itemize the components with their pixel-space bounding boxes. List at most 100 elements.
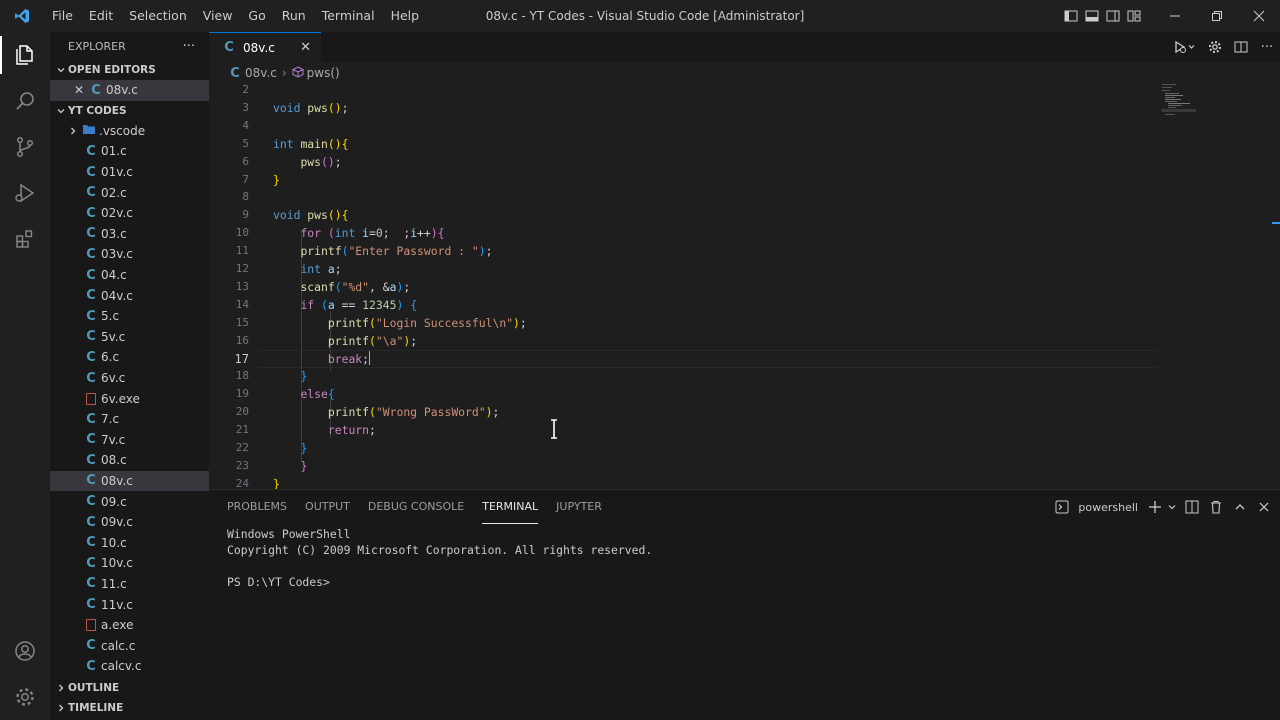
- customize-layout-icon[interactable]: [1123, 0, 1144, 32]
- more-actions-icon[interactable]: ···: [183, 39, 195, 54]
- code-line[interactable]: }: [273, 367, 307, 385]
- panel-tab-output[interactable]: OUTPUT: [305, 490, 350, 524]
- breadcrumb-file[interactable]: 08v.c: [245, 66, 277, 80]
- file-item[interactable]: Ccalc.c: [50, 635, 209, 656]
- file-item[interactable]: 6v.exe: [50, 388, 209, 409]
- terminal-output[interactable]: Windows PowerShell Copyright (C) 2009 Mic…: [227, 526, 652, 590]
- code-line[interactable]: break;: [273, 350, 371, 368]
- code-line[interactable]: scanf("%d", &a);: [273, 278, 410, 296]
- source-control-icon[interactable]: [0, 124, 50, 170]
- code-line[interactable]: pws();: [273, 153, 341, 171]
- more-actions-icon[interactable]: ···: [1254, 32, 1280, 62]
- new-terminal-plus-icon[interactable]: [1146, 490, 1164, 524]
- trash-icon[interactable]: [1204, 490, 1228, 524]
- file-item[interactable]: C 08v.c: [50, 470, 209, 492]
- panel-tab-jupyter[interactable]: JUPYTER: [556, 490, 602, 524]
- file-item[interactable]: C 09.c: [50, 491, 209, 512]
- yt-codes-folder-section[interactable]: YT CODES: [50, 101, 209, 121]
- menu-edit[interactable]: Edit: [81, 0, 121, 32]
- code-line[interactable]: printf("Enter Password : ");: [273, 242, 492, 260]
- code-line[interactable]: void pws();: [273, 99, 348, 117]
- code-line[interactable]: printf("Wrong PassWord");: [273, 403, 499, 421]
- code-line[interactable]: int main(){: [273, 135, 348, 153]
- file-item[interactable]: C 10.c: [50, 532, 209, 553]
- code-line[interactable]: for (int i=0; ;i++){: [273, 224, 444, 242]
- code-line[interactable]: printf("\a");: [273, 332, 417, 350]
- file-item[interactable]: C 11v.c: [50, 594, 209, 615]
- file-item[interactable]: C 5.c: [50, 306, 209, 327]
- breadcrumb-symbol[interactable]: pws(): [307, 66, 340, 80]
- file-item[interactable]: C 08.c: [50, 450, 209, 471]
- terminal-icon[interactable]: [1050, 490, 1074, 524]
- code-line[interactable]: printf("Login Successful\n");: [273, 314, 527, 332]
- minimize-icon[interactable]: [1154, 0, 1196, 32]
- panel-tab-problems[interactable]: PROBLEMS: [227, 490, 287, 524]
- file-item[interactable]: C 04v.c: [50, 285, 209, 306]
- close-tab-icon[interactable]: ✕: [300, 40, 311, 55]
- file-item[interactable]: C 6v.c: [50, 368, 209, 389]
- code-line[interactable]: }: [273, 457, 307, 475]
- panel-tab-terminal[interactable]: TERMINAL: [482, 490, 539, 524]
- run-code-icon[interactable]: [1168, 32, 1202, 62]
- menu-terminal[interactable]: Terminal: [314, 0, 383, 32]
- close-icon[interactable]: ✕: [74, 83, 88, 97]
- search-icon[interactable]: [0, 78, 50, 124]
- file-item[interactable]: C 7v.c: [50, 430, 209, 451]
- toggle-secondary-sidebar-icon[interactable]: [1102, 0, 1123, 32]
- menu-run[interactable]: Run: [274, 0, 314, 32]
- manage-gear-icon[interactable]: [0, 674, 50, 720]
- file-item[interactable]: C 09v.c: [50, 512, 209, 533]
- file-item[interactable]: C 5v.c: [50, 327, 209, 348]
- file-item[interactable]: C 03.c: [50, 224, 209, 245]
- code-line[interactable]: int a;: [273, 260, 341, 278]
- menu-selection[interactable]: Selection: [121, 0, 195, 32]
- file-item[interactable]: C 02v.c: [50, 203, 209, 224]
- menu-file[interactable]: File: [44, 0, 81, 32]
- timeline-section[interactable]: TIMELINE: [50, 698, 209, 718]
- shell-label[interactable]: powershell: [1078, 501, 1138, 514]
- extensions-icon[interactable]: [0, 216, 50, 262]
- code-editor[interactable]: 2 3 4 5 6 7 8 9 10 11 12 13 14 15 16 17 18 19 20 21 22 23 24 v…: [209, 84, 1280, 489]
- file-item[interactable]: C 01.c: [50, 141, 209, 162]
- split-editor-icon[interactable]: [1228, 32, 1254, 62]
- settings-gear-icon[interactable]: [1202, 32, 1228, 62]
- folder-item[interactable]: .vscode: [50, 121, 209, 142]
- file-item[interactable]: C 6.c: [50, 347, 209, 368]
- menu-help[interactable]: Help: [383, 0, 428, 32]
- file-item[interactable]: C 03v.c: [50, 244, 209, 265]
- file-item[interactable]: C 7.c: [50, 409, 209, 430]
- outline-section[interactable]: OUTLINE: [50, 678, 209, 698]
- file-item[interactable]: Ccalcv.c: [50, 656, 209, 677]
- run-debug-icon[interactable]: [0, 170, 50, 216]
- chevron-down-icon[interactable]: [1164, 490, 1180, 524]
- scrollbar-marker[interactable]: [1272, 222, 1280, 224]
- file-item[interactable]: C 11.c: [50, 574, 209, 595]
- file-item[interactable]: C 02.c: [50, 182, 209, 203]
- file-item[interactable]: C 04.c: [50, 265, 209, 286]
- file-item[interactable]: C 01v.c: [50, 162, 209, 183]
- accounts-icon[interactable]: [0, 628, 50, 674]
- toggle-primary-sidebar-icon[interactable]: [1060, 0, 1081, 32]
- code-line[interactable]: }: [273, 475, 280, 489]
- tab-08v-c[interactable]: C 08v.c ✕: [209, 32, 321, 62]
- toggle-panel-icon[interactable]: [1081, 0, 1102, 32]
- code-line[interactable]: }: [273, 171, 280, 189]
- code-line[interactable]: return;: [273, 421, 376, 439]
- close-window-icon[interactable]: [1238, 0, 1280, 32]
- file-item[interactable]: a.exe: [50, 615, 209, 636]
- restore-icon[interactable]: [1196, 0, 1238, 32]
- close-panel-icon[interactable]: [1252, 490, 1276, 524]
- maximize-panel-icon[interactable]: [1228, 490, 1252, 524]
- code-line[interactable]: }: [273, 439, 307, 457]
- menu-go[interactable]: Go: [240, 0, 273, 32]
- minimap[interactable]: [1160, 84, 1200, 124]
- code-line[interactable]: void pws(){: [273, 206, 348, 224]
- open-editor-item[interactable]: ✕ C 08v.c: [50, 80, 209, 101]
- open-editors-section[interactable]: OPEN EDITORS: [50, 60, 209, 80]
- split-terminal-icon[interactable]: [1180, 490, 1204, 524]
- panel-tab-debug-console[interactable]: DEBUG CONSOLE: [368, 490, 464, 524]
- explorer-icon[interactable]: [0, 32, 50, 78]
- file-item[interactable]: C 10v.c: [50, 553, 209, 574]
- code-line[interactable]: if (a == 12345) {: [273, 296, 417, 314]
- menu-view[interactable]: View: [195, 0, 241, 32]
